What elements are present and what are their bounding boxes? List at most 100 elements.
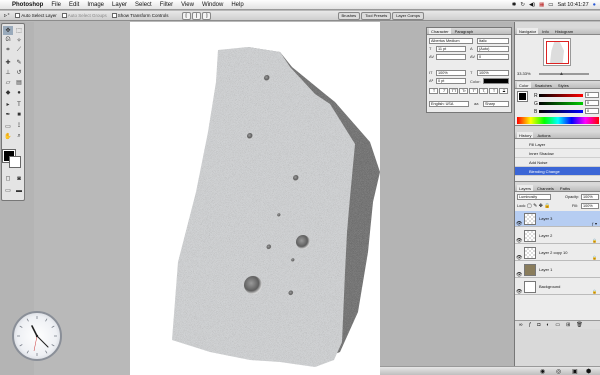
tab-swatches[interactable]: Swatches (533, 82, 554, 88)
eraser-tool-icon[interactable]: ▱ (3, 78, 13, 87)
layer-row-layer-3[interactable]: 👁 Layer 3ƒ ▾ (515, 211, 600, 227)
sync-icon[interactable]: ↻ (520, 2, 525, 8)
navigator-thumbnail[interactable] (543, 38, 571, 66)
font-size-field[interactable]: 11 pt (436, 46, 466, 52)
menu-help[interactable]: Help (227, 0, 247, 10)
hand-tool-icon[interactable]: ✋ (3, 132, 13, 141)
show-transform-checkbox[interactable] (111, 13, 117, 19)
gradient-tool-icon[interactable]: ▤ (14, 78, 24, 87)
tracking-field[interactable]: 0 (477, 54, 509, 60)
baseline-shift-field[interactable]: 0 pt (436, 78, 466, 84)
auto-select-groups-checkbox[interactable] (61, 13, 67, 19)
menu-select[interactable]: Select (131, 0, 156, 10)
move-tool-icon[interactable]: ✥ (3, 26, 13, 35)
horizontal-scale-field[interactable]: 100% (477, 70, 509, 76)
dock-app-icon[interactable]: ▣ (572, 368, 578, 375)
kerning-field[interactable] (436, 54, 466, 60)
color-r-field[interactable]: 0 (585, 92, 599, 98)
history-item-add-noise[interactable]: Add Noise (515, 158, 600, 167)
small-caps-button[interactable]: Tr (459, 88, 468, 94)
eyedropper-icon[interactable]: ⟟ (14, 122, 24, 131)
color-spectrum-bar[interactable] (517, 117, 599, 124)
history-item-fill-layer[interactable]: Fill Layer (515, 140, 600, 149)
auto-select-groups-option[interactable]: Auto Select Groups (61, 13, 107, 19)
color-foreground-swatch[interactable] (517, 91, 528, 102)
layer-row-background[interactable]: 👁 Background 🔒 (515, 279, 600, 295)
standard-mode-icon[interactable]: ◻ (3, 174, 13, 183)
palette-well-tab-brushes[interactable]: Brushes (337, 11, 361, 20)
all-caps-button[interactable]: TT (449, 88, 458, 94)
strikethrough-button[interactable]: T (499, 88, 508, 94)
lasso-tool-icon[interactable]: ᘏ (3, 36, 13, 45)
crop-tool-icon[interactable]: ⌗ (3, 46, 13, 55)
subscript-button[interactable]: T, (479, 88, 488, 94)
new-layer-icon[interactable]: ⊞ (566, 321, 570, 329)
zoom-tool-icon[interactable]: ⌕ (14, 132, 24, 141)
font-style-select[interactable]: Italic (477, 38, 509, 44)
screen-mode-2-icon[interactable]: ▬ (14, 186, 24, 195)
tab-color[interactable]: Color (517, 82, 531, 88)
color-b-field[interactable]: 0 (585, 108, 599, 114)
tab-paragraph[interactable]: Paragraph (453, 28, 476, 34)
fill-field[interactable]: 100% (581, 203, 599, 209)
color-g-field[interactable]: 0 (585, 100, 599, 106)
link-layers-icon[interactable]: ∞ (519, 321, 523, 329)
leading-field[interactable]: (Auto) (477, 46, 509, 52)
path-selection-icon[interactable]: ▸ (3, 100, 13, 109)
battery-icon[interactable]: ▭ (548, 2, 553, 8)
new-group-icon[interactable]: ▭ (555, 321, 560, 329)
align-icon-1[interactable]: ⫿ (181, 11, 191, 20)
vertical-scale-field[interactable]: 100% (436, 70, 466, 76)
layer-row-layer-2-copy-10[interactable]: 👁 Layer 2 copy 10 🔒 (515, 245, 600, 261)
layer-row-layer-2[interactable]: 👁 Layer 2 🔒 (515, 228, 600, 244)
brush-tool-icon[interactable]: ✎ (14, 58, 24, 67)
blur-tool-icon[interactable]: ◆ (3, 88, 13, 97)
menu-clock[interactable]: Sat 10:41:27 (557, 2, 588, 8)
navigator-zoom-value[interactable]: 33.33% (517, 71, 531, 76)
tab-actions[interactable]: Actions (535, 132, 552, 138)
notes-tool-icon[interactable]: ▭ (3, 122, 13, 131)
auto-select-layer-option[interactable]: Auto Select Layer (15, 13, 57, 19)
show-transform-option[interactable]: Show Transform Controls (111, 13, 169, 19)
move-tool-icon[interactable]: ▹⁺ (4, 12, 10, 19)
navigator-zoom-slider[interactable] (539, 73, 589, 75)
tab-navigator[interactable]: Navigator (517, 28, 539, 34)
dock-app-icon[interactable]: ◉ (540, 368, 545, 375)
marquee-tool-icon[interactable]: ⬚ (14, 26, 24, 35)
quick-mask-icon[interactable]: ◙ (14, 174, 24, 183)
volume-icon[interactable]: ◀) (529, 2, 535, 8)
align-icon-2[interactable]: ⫿ (191, 11, 202, 20)
navigator-zoom-handle[interactable]: ▲ (559, 71, 564, 77)
add-mask-icon[interactable]: ◘ (537, 321, 540, 329)
history-item-inner-shadow[interactable]: Inner Shadow (515, 149, 600, 158)
faux-italic-button[interactable]: T (439, 88, 448, 94)
type-tool-icon[interactable]: T (14, 100, 24, 109)
app-menu[interactable]: Photoshop (8, 0, 47, 10)
menu-view[interactable]: View (177, 0, 198, 10)
auto-select-layer-checkbox[interactable] (15, 13, 21, 19)
healing-brush-icon[interactable]: ✚ (3, 58, 13, 67)
dock-app-icon[interactable]: ◎ (556, 368, 561, 375)
align-icon-3[interactable]: ⫿ (202, 11, 212, 20)
history-item-blending-change[interactable]: Blending Change (515, 167, 600, 176)
anti-alias-select[interactable]: Sharp (483, 101, 509, 107)
clone-stamp-icon[interactable]: ⊥ (3, 68, 13, 77)
tab-channels[interactable]: Channels (535, 185, 556, 191)
tab-character[interactable]: Character (429, 28, 451, 34)
lock-icons[interactable]: ▢ ✎ ✥ 🔒 (527, 203, 551, 209)
history-brush-icon[interactable]: ↺ (14, 68, 24, 77)
tab-paths[interactable]: Paths (558, 185, 572, 191)
menu-edit[interactable]: Edit (65, 0, 83, 10)
color-b-slider[interactable] (539, 110, 583, 113)
tab-history[interactable]: History (517, 132, 534, 138)
opacity-field[interactable]: 100% (581, 194, 599, 200)
menu-layer[interactable]: Layer (108, 0, 131, 10)
layer-row-layer-1[interactable]: 👁 Layer 1 (515, 262, 600, 278)
text-color-swatch[interactable] (483, 78, 509, 84)
add-style-icon[interactable]: ƒ (529, 321, 532, 329)
underline-button[interactable]: T (489, 88, 498, 94)
tab-styles[interactable]: Styles (556, 82, 571, 88)
new-fill-layer-icon[interactable]: ◐ (546, 321, 549, 329)
flag-icon[interactable]: ▦ (539, 2, 544, 8)
menu-image[interactable]: Image (83, 0, 108, 10)
